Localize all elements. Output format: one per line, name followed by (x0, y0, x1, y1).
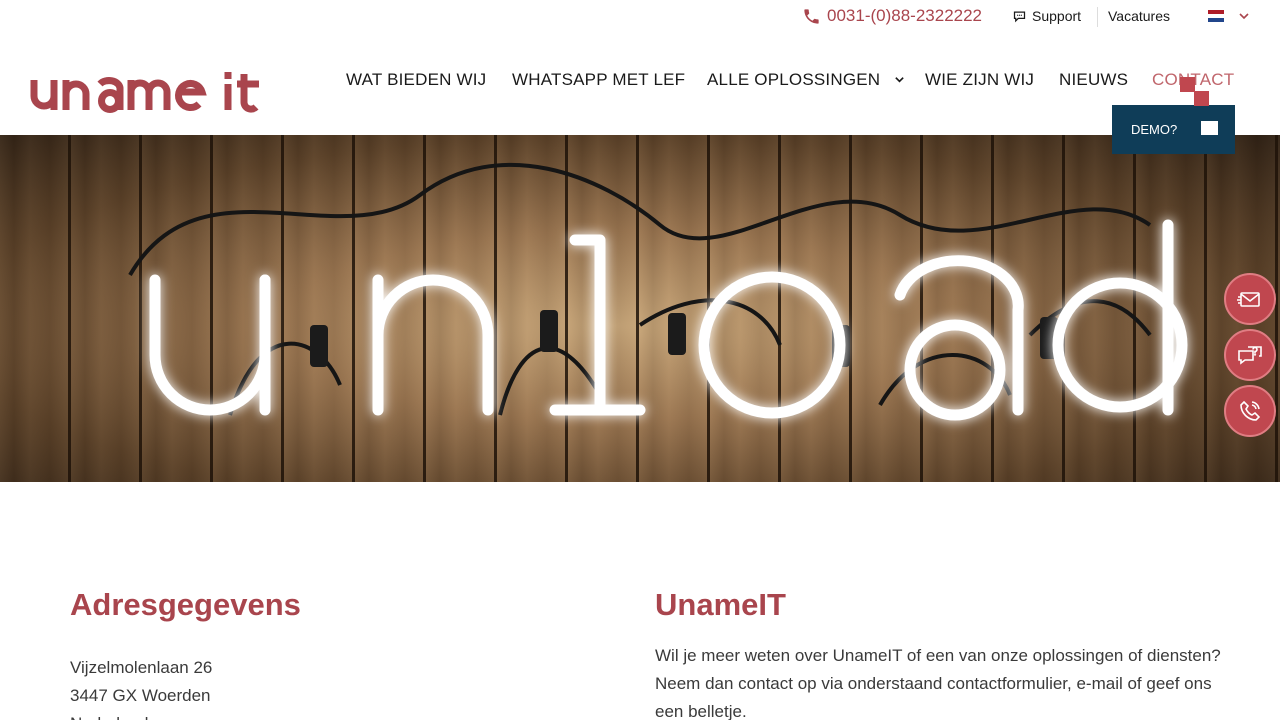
company-title: UnameIT (655, 587, 786, 622)
address-line: Nederland (70, 710, 212, 720)
neon-unload-sign (128, 162, 1188, 421)
dutch-flag-icon (1208, 10, 1224, 22)
address-line: Vijzelmolenlaan 26 (70, 658, 213, 677)
nav-item-whatsapp-met-lef[interactable]: WHATSAPP MET LEF (512, 70, 685, 90)
topbar-divider (1097, 7, 1098, 27)
phone-icon (804, 8, 819, 24)
call-action-button[interactable] (1224, 385, 1276, 437)
decorative-square (1201, 121, 1218, 135)
language-selector[interactable] (1208, 10, 1250, 22)
support-link[interactable]: Support (1012, 8, 1081, 24)
address-block: Vijzelmolenlaan 26 3447 GX Woerden Neder… (70, 654, 212, 720)
address-line: 3447 GX Woerden (70, 686, 211, 705)
decorative-square (1194, 91, 1209, 106)
nav-item-wie-zijn-wij[interactable]: WIE ZIJN WIJ (925, 70, 1034, 90)
vacatures-link[interactable]: Vacatures (1108, 8, 1170, 24)
company-intro-text: Wil je meer weten over UnameIT of een va… (655, 646, 1221, 720)
nav-item-wat-bieden-wij[interactable]: WAT BIEDEN WIJ (346, 70, 486, 90)
address-title: Adresgegevens (70, 587, 301, 622)
support-label: Support (1032, 8, 1082, 24)
hero-banner (0, 135, 1280, 482)
phone-number: 0031-(0)88-2322222 (827, 6, 983, 25)
speech-bubble-icon (1013, 11, 1026, 22)
faq-action-button[interactable] (1224, 329, 1276, 381)
email-action-button[interactable] (1224, 273, 1276, 325)
main-navigation: WAT BIEDEN WIJ WHATSAPP MET LEF ALLE OPL… (0, 70, 1280, 94)
chevron-down-icon[interactable] (894, 74, 905, 85)
top-utility-bar: 0031-(0)88-2322222 Support Vacatures (0, 0, 1280, 36)
phone-link[interactable]: 0031-(0)88-2322222 (802, 6, 982, 26)
decorative-square (1180, 77, 1195, 92)
chevron-down-icon (1239, 13, 1249, 20)
mail-icon (1237, 292, 1260, 307)
chat-question-icon (1238, 346, 1262, 365)
phone-icon (1240, 400, 1261, 421)
nav-item-alle-oplossingen[interactable]: ALLE OPLOSSINGEN (707, 70, 880, 90)
nav-item-nieuws[interactable]: NIEUWS (1059, 70, 1128, 90)
